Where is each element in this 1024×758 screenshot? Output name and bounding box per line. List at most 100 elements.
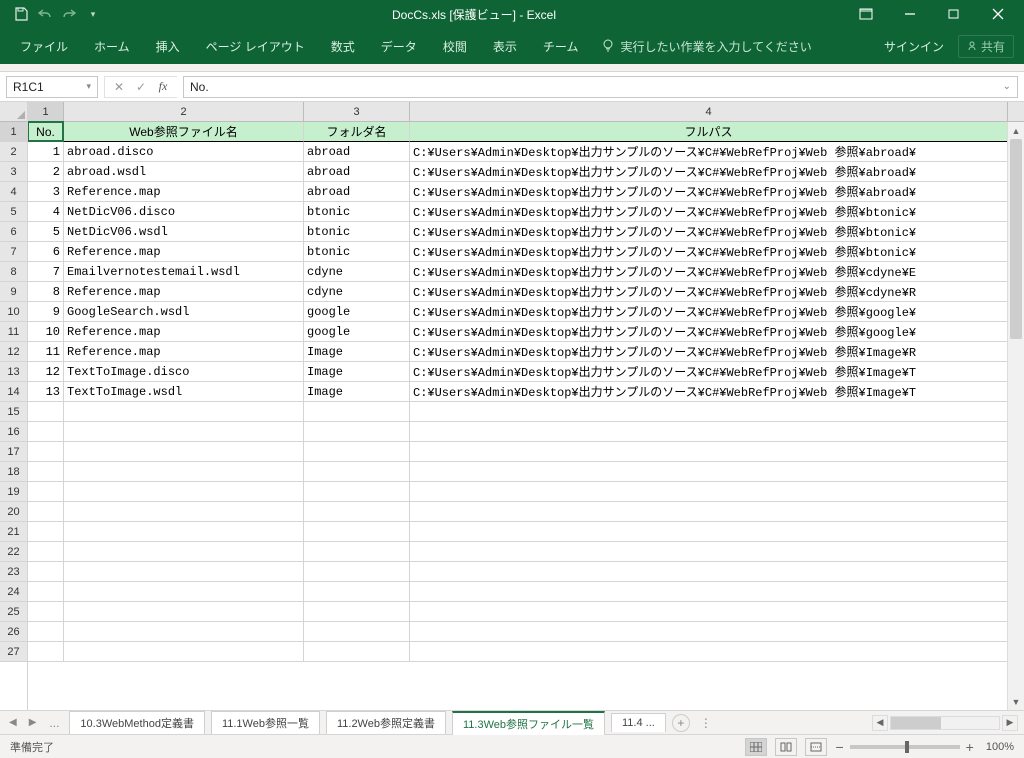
zoom-slider[interactable] bbox=[850, 745, 960, 749]
cell-fullpath[interactable]: C:¥Users¥Admin¥Desktop¥出力サンプルのソース¥C#¥Web… bbox=[410, 382, 1008, 402]
sheet-more-left[interactable]: ... bbox=[45, 716, 63, 730]
cell-filename[interactable]: abroad.disco bbox=[64, 142, 304, 162]
scroll-down-button[interactable]: ▼ bbox=[1008, 693, 1024, 710]
zoom-level[interactable]: 100% bbox=[986, 741, 1014, 753]
cell-empty[interactable] bbox=[64, 642, 304, 662]
cell-folder[interactable]: Image bbox=[304, 382, 410, 402]
row-header[interactable]: 16 bbox=[0, 422, 27, 442]
cell-empty[interactable] bbox=[304, 502, 410, 522]
zoom-in-button[interactable]: + bbox=[966, 739, 974, 755]
cell-empty[interactable] bbox=[64, 602, 304, 622]
cell-fullpath[interactable]: C:¥Users¥Admin¥Desktop¥出力サンプルのソース¥C#¥Web… bbox=[410, 302, 1008, 322]
table-header-cell[interactable]: フォルダ名 bbox=[304, 122, 410, 142]
cell-empty[interactable] bbox=[410, 502, 1008, 522]
cell-empty[interactable] bbox=[304, 622, 410, 642]
cell-filename[interactable]: TextToImage.disco bbox=[64, 362, 304, 382]
cell-empty[interactable] bbox=[304, 482, 410, 502]
column-header[interactable]: 2 bbox=[64, 102, 304, 121]
close-button[interactable] bbox=[976, 0, 1020, 28]
cell-folder[interactable]: google bbox=[304, 322, 410, 342]
cell-folder[interactable]: btonic bbox=[304, 202, 410, 222]
cell-empty[interactable] bbox=[64, 482, 304, 502]
normal-view-button[interactable] bbox=[745, 738, 767, 756]
row-header[interactable]: 24 bbox=[0, 582, 27, 602]
cell-empty[interactable] bbox=[304, 582, 410, 602]
ribbon-display-options-button[interactable] bbox=[844, 0, 888, 28]
cell-folder[interactable]: cdyne bbox=[304, 282, 410, 302]
cell-fullpath[interactable]: C:¥Users¥Admin¥Desktop¥出力サンプルのソース¥C#¥Web… bbox=[410, 182, 1008, 202]
redo-button[interactable] bbox=[58, 3, 80, 25]
cell-filename[interactable]: Reference.map bbox=[64, 242, 304, 262]
cell-empty[interactable] bbox=[410, 442, 1008, 462]
row-header[interactable]: 23 bbox=[0, 562, 27, 582]
row-header[interactable]: 20 bbox=[0, 502, 27, 522]
cell-folder[interactable]: btonic bbox=[304, 242, 410, 262]
cell-empty[interactable] bbox=[64, 522, 304, 542]
row-header[interactable]: 12 bbox=[0, 342, 27, 362]
cell-empty[interactable] bbox=[410, 642, 1008, 662]
zoom-slider-thumb[interactable] bbox=[905, 741, 909, 753]
enter-formula-button[interactable]: ✓ bbox=[131, 80, 151, 94]
cell-no[interactable]: 4 bbox=[28, 202, 64, 222]
cell-filename[interactable]: Emailvernotestemail.wsdl bbox=[64, 262, 304, 282]
sheet-tab[interactable]: 11.4 ... bbox=[611, 713, 666, 732]
cell-folder[interactable]: abroad bbox=[304, 162, 410, 182]
cell-empty[interactable] bbox=[410, 582, 1008, 602]
hscroll-left-button[interactable]: ◀ bbox=[872, 715, 888, 731]
cell-filename[interactable]: TextToImage.wsdl bbox=[64, 382, 304, 402]
row-header[interactable]: 15 bbox=[0, 402, 27, 422]
cell-folder[interactable]: Image bbox=[304, 342, 410, 362]
cell-no[interactable]: 3 bbox=[28, 182, 64, 202]
ribbon-tab-review[interactable]: 校閲 bbox=[433, 30, 477, 63]
cell-empty[interactable] bbox=[28, 402, 64, 422]
ribbon-tab-formulas[interactable]: 数式 bbox=[321, 30, 365, 63]
sheet-tab-options[interactable]: ⋮ bbox=[696, 716, 716, 730]
ribbon-tab-home[interactable]: ホーム bbox=[84, 30, 140, 63]
cell-fullpath[interactable]: C:¥Users¥Admin¥Desktop¥出力サンプルのソース¥C#¥Web… bbox=[410, 222, 1008, 242]
cell-empty[interactable] bbox=[304, 562, 410, 582]
cell-fullpath[interactable]: C:¥Users¥Admin¥Desktop¥出力サンプルのソース¥C#¥Web… bbox=[410, 202, 1008, 222]
cell-empty[interactable] bbox=[28, 442, 64, 462]
cancel-formula-button[interactable]: ✕ bbox=[109, 80, 129, 94]
row-header[interactable]: 21 bbox=[0, 522, 27, 542]
cell-fullpath[interactable]: C:¥Users¥Admin¥Desktop¥出力サンプルのソース¥C#¥Web… bbox=[410, 262, 1008, 282]
sheet-tab[interactable]: 10.3WebMethod定義書 bbox=[69, 711, 205, 734]
cell-empty[interactable] bbox=[64, 442, 304, 462]
page-layout-view-button[interactable] bbox=[775, 738, 797, 756]
row-header[interactable]: 14 bbox=[0, 382, 27, 402]
row-header[interactable]: 6 bbox=[0, 222, 27, 242]
cell-empty[interactable] bbox=[28, 642, 64, 662]
formula-expand-icon[interactable]: ⌄ bbox=[1003, 81, 1011, 92]
cell-empty[interactable] bbox=[64, 542, 304, 562]
qat-customize-button[interactable]: ▾ bbox=[82, 3, 104, 25]
cell-no[interactable]: 6 bbox=[28, 242, 64, 262]
cell-empty[interactable] bbox=[28, 522, 64, 542]
minimize-button[interactable] bbox=[888, 0, 932, 28]
cell-filename[interactable]: Reference.map bbox=[64, 182, 304, 202]
cell-folder[interactable]: google bbox=[304, 302, 410, 322]
cell-empty[interactable] bbox=[28, 582, 64, 602]
formula-input[interactable]: No. ⌄ bbox=[183, 76, 1018, 98]
new-sheet-button[interactable]: + bbox=[672, 714, 690, 732]
insert-function-button[interactable]: fx bbox=[153, 79, 173, 94]
cell-no[interactable]: 13 bbox=[28, 382, 64, 402]
signin-link[interactable]: サインイン bbox=[884, 38, 944, 55]
scroll-thumb[interactable] bbox=[1010, 139, 1022, 339]
cell-empty[interactable] bbox=[64, 502, 304, 522]
cell-fullpath[interactable]: C:¥Users¥Admin¥Desktop¥出力サンプルのソース¥C#¥Web… bbox=[410, 282, 1008, 302]
row-header[interactable]: 4 bbox=[0, 182, 27, 202]
row-header[interactable]: 2 bbox=[0, 142, 27, 162]
cell-no[interactable]: 5 bbox=[28, 222, 64, 242]
cell-filename[interactable]: NetDicV06.wsdl bbox=[64, 222, 304, 242]
cell-empty[interactable] bbox=[28, 622, 64, 642]
cell-empty[interactable] bbox=[28, 482, 64, 502]
cell-filename[interactable]: NetDicV06.disco bbox=[64, 202, 304, 222]
grid[interactable]: 1 2 3 4 No.Web参照ファイル名フォルダ名フルパス1abroad.di… bbox=[28, 102, 1024, 710]
cell-empty[interactable] bbox=[410, 562, 1008, 582]
row-header[interactable]: 18 bbox=[0, 462, 27, 482]
cell-empty[interactable] bbox=[28, 602, 64, 622]
row-header[interactable]: 8 bbox=[0, 262, 27, 282]
cell-empty[interactable] bbox=[304, 522, 410, 542]
tell-me-box[interactable]: 実行したい作業を入力してください bbox=[594, 38, 811, 55]
row-header[interactable]: 27 bbox=[0, 642, 27, 662]
